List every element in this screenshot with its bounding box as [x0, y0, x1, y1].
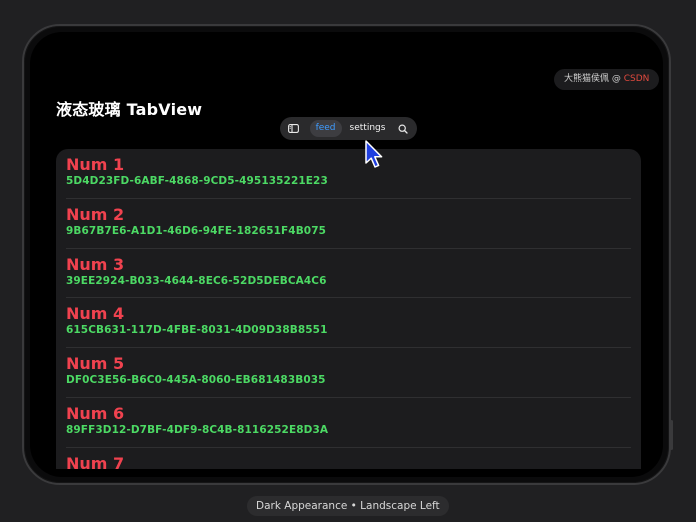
tab-feed[interactable]: feed [309, 120, 342, 137]
item-uuid: DF0C3E56-B6C0-445A-8060-EB681483B035 [66, 374, 326, 387]
list-item[interactable]: Num 4 615CB631-117D-4FBE-8031-4D09D38B85… [56, 298, 641, 348]
sidebar-toggle-button[interactable] [284, 120, 304, 137]
item-title: Num 7 [66, 453, 125, 469]
uuid-list[interactable]: Num 1 5D4D23FD-6ABF-4868-9CD5-495135221E… [56, 149, 641, 469]
item-uuid: 9B67B7E6-A1D1-46D6-94FE-182651F4B075 [66, 224, 327, 237]
item-title: Num 6 [66, 403, 125, 423]
list-item[interactable]: Num 6 89FF3D12-D7BF-4DF9-8C4B-8116252E8D… [56, 398, 641, 448]
page-title: 液态玻璃 TabView [56, 100, 203, 119]
item-uuid: 89FF3D12-D7BF-4DF9-8C4B-8116252E8D3A [66, 423, 329, 436]
list-item[interactable]: Num 3 39EE2924-B033-4644-8EC6-52D5DEBCA4… [56, 249, 641, 299]
list-item[interactable]: Num 1 5D4D23FD-6ABF-4868-9CD5-495135221E… [56, 149, 641, 199]
item-title: Num 1 [66, 155, 125, 174]
device-screen: 大熊猫侯佩 @ CSDN 液态玻璃 TabView feed settings [30, 32, 663, 477]
watermark-prefix: 大熊猫侯佩 @ [564, 74, 624, 84]
search-icon [398, 123, 408, 134]
list-item[interactable]: Num 2 9B67B7E6-A1D1-46D6-94FE-182651F4B0… [56, 199, 641, 249]
search-tab-button[interactable] [393, 120, 413, 137]
ipad-device-frame: 大熊猫侯佩 @ CSDN 液态玻璃 TabView feed settings [22, 24, 671, 485]
item-uuid: 39EE2924-B033-4644-8EC6-52D5DEBCA4C6 [66, 274, 327, 287]
tab-bar: feed settings [280, 117, 417, 140]
item-uuid: 615CB631-117D-4FBE-8031-4D09D38B8551 [66, 324, 328, 337]
item-title: Num 4 [66, 304, 125, 324]
device-side-button [670, 420, 673, 450]
item-title: Num 5 [66, 354, 125, 374]
simulator-stage: 大熊猫侯佩 @ CSDN 液态玻璃 TabView feed settings [0, 0, 696, 522]
watermark-badge: 大熊猫侯佩 @ CSDN [554, 69, 660, 90]
item-title: Num 2 [66, 204, 125, 224]
item-uuid: 5D4D23FD-6ABF-4868-9CD5-495135221E23 [66, 175, 328, 187]
tab-settings[interactable]: settings [344, 120, 392, 137]
sidebar-icon [288, 124, 300, 133]
list-item[interactable]: Num 7 [56, 448, 641, 469]
appearance-caption: Dark Appearance • Landscape Left [247, 496, 449, 516]
list-item[interactable]: Num 5 DF0C3E56-B6C0-445A-8060-EB681483B0… [56, 348, 641, 398]
watermark-brand: CSDN [623, 74, 650, 84]
item-title: Num 3 [66, 254, 125, 274]
mouse-cursor-icon [365, 140, 383, 168]
